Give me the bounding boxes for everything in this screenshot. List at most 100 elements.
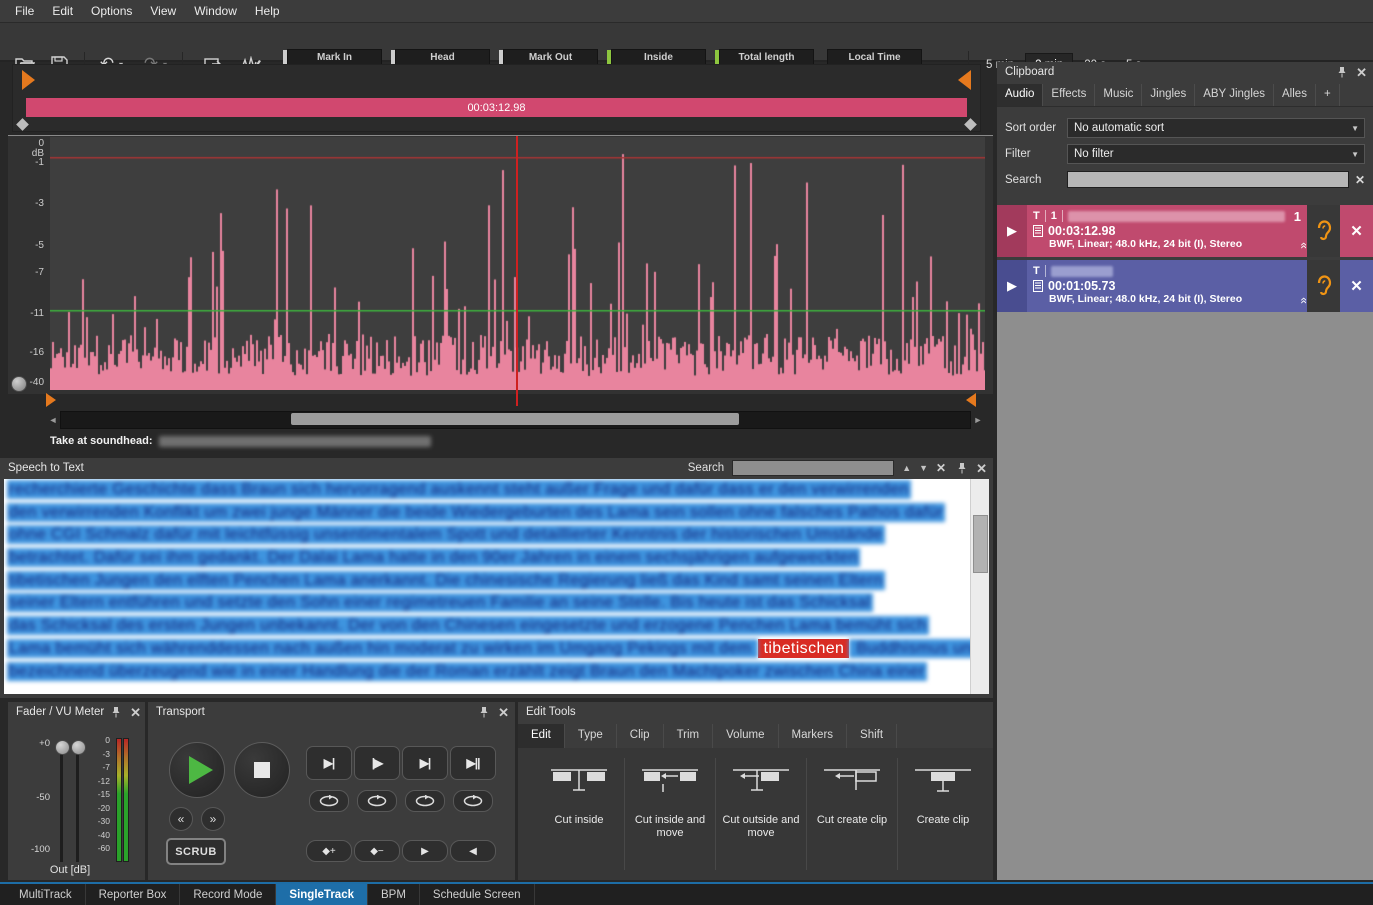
speech-scrollbar[interactable] bbox=[970, 479, 989, 694]
delete-marker-button[interactable]: ◆− bbox=[354, 840, 400, 862]
clipboard-title: Clipboard bbox=[1005, 66, 1054, 78]
scroll-left-arrow[interactable]: ◄ bbox=[46, 415, 60, 425]
clip-format: BWF, Linear; 48.0 kHz, 24 bit (I), Stere… bbox=[1049, 293, 1301, 305]
search-next-icon[interactable]: ▼ bbox=[919, 463, 928, 473]
tool-create-clip[interactable]: Create clip bbox=[898, 748, 988, 880]
collapse-chevron-icon[interactable]: » bbox=[1296, 243, 1307, 249]
edit-tab-markers[interactable]: Markers bbox=[779, 724, 848, 748]
edit-tab-clip[interactable]: Clip bbox=[617, 724, 664, 748]
play-button[interactable] bbox=[169, 742, 225, 798]
clipboard-search-clear-icon[interactable]: ✕ bbox=[1355, 173, 1365, 187]
search-prev-icon[interactable]: ▲ bbox=[902, 463, 911, 473]
loop-mode-button-4[interactable] bbox=[453, 790, 493, 812]
menu-file[interactable]: File bbox=[6, 1, 43, 21]
transcript-line: tibetischen Jungen den elften Penchen La… bbox=[4, 570, 989, 593]
clip-remove-button[interactable]: ✕ bbox=[1340, 260, 1373, 312]
clipboard-tab-jingles[interactable]: Jingles bbox=[1142, 84, 1195, 106]
clipboard-close-icon[interactable]: ✕ bbox=[1356, 66, 1367, 79]
skip-forward-button[interactable]: » bbox=[201, 807, 225, 831]
prelisten-play-button[interactable]: ▶ bbox=[997, 260, 1027, 312]
clipboard-item-2[interactable]: ▶T00:01:05.73BWF, Linear; 48.0 kHz, 24 b… bbox=[997, 260, 1373, 312]
prelisten-play-button[interactable]: ▶ bbox=[997, 205, 1027, 257]
screen-tab-multitrack[interactable]: MultiTrack bbox=[6, 884, 86, 905]
clipboard-tab-music[interactable]: Music bbox=[1095, 84, 1142, 106]
fader-left-knob[interactable] bbox=[55, 740, 70, 755]
fader-pin-icon[interactable] bbox=[110, 706, 122, 719]
markout-triangle-icon[interactable] bbox=[966, 393, 976, 407]
nudge-back-button[interactable]: ◀ bbox=[450, 840, 496, 862]
overview-left-marker-icon[interactable] bbox=[22, 70, 35, 90]
play-to-cursor-button[interactable]: ▶| bbox=[306, 746, 352, 780]
clip-remove-button[interactable]: ✕ bbox=[1340, 205, 1373, 257]
screen-tab-record-mode[interactable]: Record Mode bbox=[180, 884, 276, 905]
range-start-handle[interactable] bbox=[16, 118, 29, 131]
clipboard-search-input[interactable] bbox=[1067, 171, 1349, 188]
speech-scroll-thumb[interactable] bbox=[973, 515, 988, 573]
search-clear-icon[interactable]: ✕ bbox=[936, 461, 946, 475]
sort-order-row: Sort order No automatic sort▼ bbox=[1005, 118, 1365, 138]
tool-cut-inside-and-move[interactable]: Cut inside and move bbox=[625, 748, 715, 880]
loop-mode-button-2[interactable] bbox=[357, 790, 397, 812]
clipboard-tab-audio[interactable]: Audio bbox=[997, 84, 1043, 106]
prelisten-ear-button[interactable] bbox=[1307, 205, 1340, 257]
screen-tab-bpm[interactable]: BPM bbox=[368, 884, 420, 905]
clipboard-tab-aby-jingles[interactable]: ABY Jingles bbox=[1195, 84, 1274, 106]
menu-edit[interactable]: Edit bbox=[43, 1, 82, 21]
tool-cut-inside[interactable]: Cut inside bbox=[534, 748, 624, 880]
tool-cut-create-clip[interactable]: Cut create clip bbox=[807, 748, 897, 880]
fader-panel-title: Fader / VU Meter bbox=[16, 706, 104, 718]
skip-back-button[interactable]: « bbox=[169, 807, 193, 831]
play-over-cut-button[interactable]: ▶|| bbox=[450, 746, 496, 780]
clipboard-tab-effects[interactable]: Effects bbox=[1043, 84, 1095, 106]
loop-mode-button-1[interactable] bbox=[309, 790, 349, 812]
prelisten-ear-button[interactable] bbox=[1307, 260, 1340, 312]
transport-close-icon[interactable]: ✕ bbox=[498, 706, 509, 719]
add-marker-button[interactable]: ◆+ bbox=[306, 840, 352, 862]
collapse-chevron-icon[interactable]: » bbox=[1296, 298, 1307, 304]
screen-tab-reporter-box[interactable]: Reporter Box bbox=[86, 884, 181, 905]
scroll-track[interactable] bbox=[60, 411, 971, 429]
play-to-markout-button[interactable]: ▶| bbox=[402, 746, 448, 780]
scroll-right-arrow[interactable]: ► bbox=[971, 415, 985, 425]
screen-tab-schedule-screen[interactable]: Schedule Screen bbox=[420, 884, 535, 905]
edit-tab-volume[interactable]: Volume bbox=[713, 724, 778, 748]
vu-scale-30: -30 bbox=[90, 816, 110, 826]
level-knob[interactable] bbox=[11, 376, 27, 392]
menu-view[interactable]: View bbox=[141, 1, 185, 21]
fader-left-track[interactable] bbox=[60, 744, 63, 862]
tool-cut-outside-and-move[interactable]: Cut outside and move bbox=[716, 748, 806, 880]
speech-search-input[interactable] bbox=[732, 460, 894, 476]
overview-right-marker-icon[interactable] bbox=[958, 70, 971, 90]
menu-help[interactable]: Help bbox=[246, 1, 289, 21]
fader-close-icon[interactable]: ✕ bbox=[130, 706, 141, 719]
screen-tab-singletrack[interactable]: SingleTrack bbox=[276, 884, 368, 905]
range-end-handle[interactable] bbox=[964, 118, 977, 131]
clipboard-tab-alles[interactable]: Alles bbox=[1274, 84, 1316, 106]
selection-range-bar[interactable]: 00:03:12.98 bbox=[26, 98, 967, 117]
clipboard-tab-+[interactable]: + bbox=[1316, 84, 1340, 106]
speech-close-icon[interactable]: ✕ bbox=[976, 462, 987, 475]
scroll-thumb[interactable] bbox=[291, 413, 739, 425]
edit-tab-edit[interactable]: Edit bbox=[518, 724, 565, 748]
play-from-cursor-button[interactable]: |▶ bbox=[354, 746, 400, 780]
edit-tab-trim[interactable]: Trim bbox=[664, 724, 714, 748]
stop-button[interactable] bbox=[234, 742, 290, 798]
edit-tab-shift[interactable]: Shift bbox=[847, 724, 897, 748]
fader-right-track[interactable] bbox=[76, 744, 79, 862]
filter-select[interactable]: No filter▼ bbox=[1067, 144, 1365, 164]
fader-right-knob[interactable] bbox=[71, 740, 86, 755]
markin-triangle-icon[interactable] bbox=[46, 393, 56, 407]
menu-options[interactable]: Options bbox=[82, 1, 141, 21]
clipboard-pin-icon[interactable] bbox=[1336, 66, 1348, 79]
scrub-button[interactable]: SCRUB bbox=[166, 838, 226, 865]
loop-mode-button-3[interactable] bbox=[405, 790, 445, 812]
speech-pin-icon[interactable] bbox=[956, 462, 968, 475]
clipboard-item-1[interactable]: ▶T1100:03:12.98BWF, Linear; 48.0 kHz, 24… bbox=[997, 205, 1373, 257]
clip-info: T00:01:05.73BWF, Linear; 48.0 kHz, 24 bi… bbox=[1027, 260, 1307, 312]
sort-order-select[interactable]: No automatic sort▼ bbox=[1067, 118, 1365, 138]
menu-window[interactable]: Window bbox=[185, 1, 246, 21]
transport-pin-icon[interactable] bbox=[478, 706, 490, 719]
edit-tab-type[interactable]: Type bbox=[565, 724, 617, 748]
playhead-cursor[interactable] bbox=[516, 136, 518, 406]
nudge-forward-button[interactable]: ▶ bbox=[402, 840, 448, 862]
